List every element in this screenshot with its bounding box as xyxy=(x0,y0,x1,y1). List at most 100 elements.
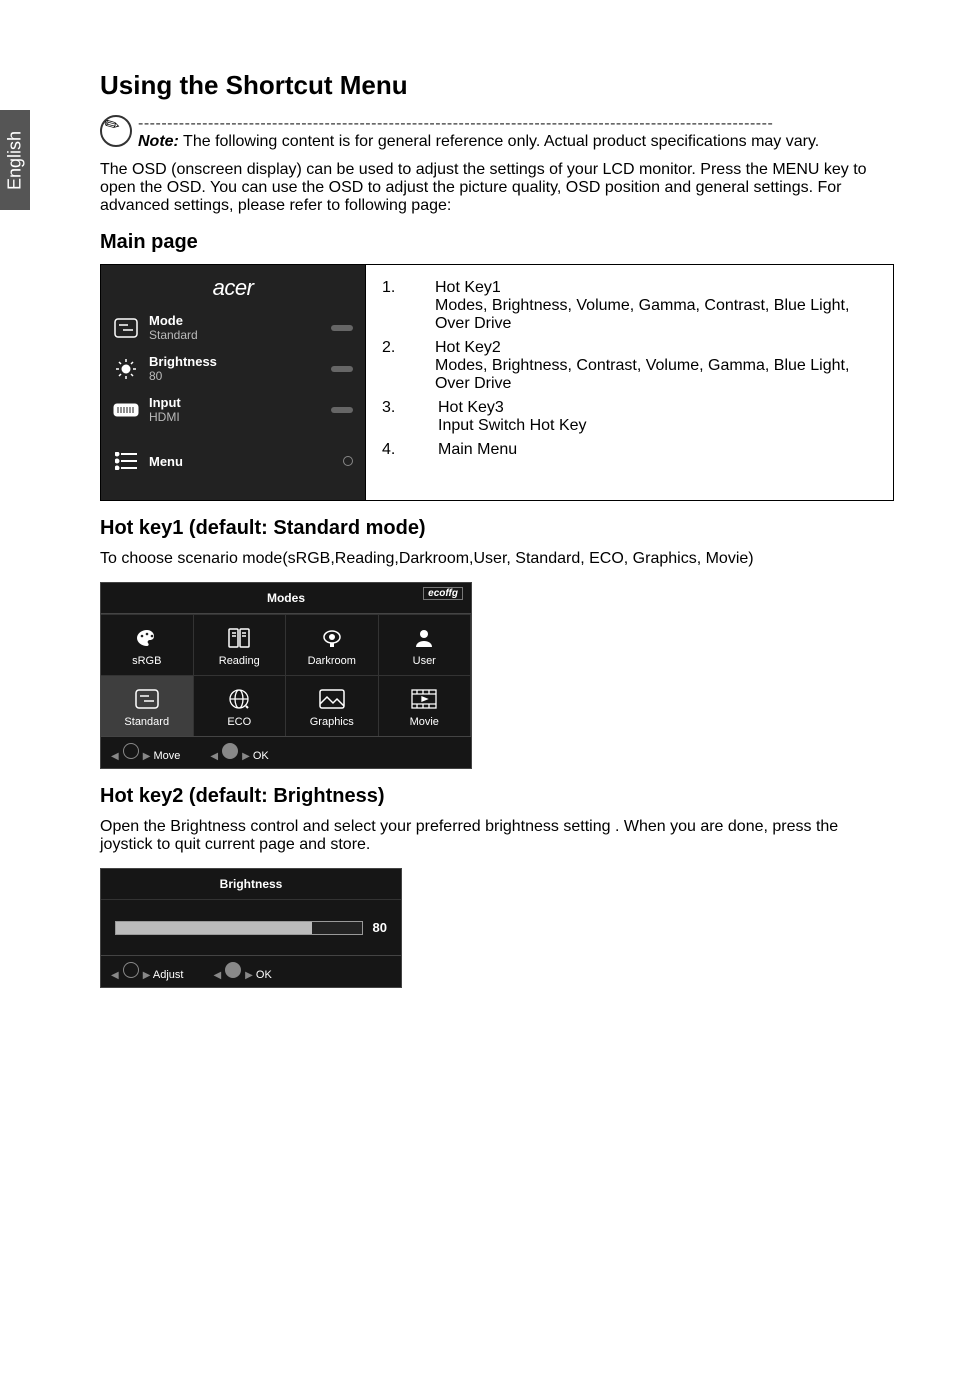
osd-item-label: Input xyxy=(149,395,321,410)
osd-item-label: Mode xyxy=(149,313,321,328)
desc-row: 3. Hot Key3 Input Switch Hot Key xyxy=(382,399,877,435)
osd-item-value: 80 xyxy=(149,369,321,383)
intro-paragraph: The OSD (onscreen display) can be used t… xyxy=(100,161,894,215)
joystick-icon xyxy=(123,962,139,978)
brightness-fill xyxy=(116,922,312,934)
note-body: The following content is for general ref… xyxy=(183,133,819,150)
arrow-left-icon: ◀ xyxy=(111,751,119,762)
osd-item-label: Brightness xyxy=(149,354,321,369)
page-title: Using the Shortcut Menu xyxy=(100,70,894,101)
mode-cell-darkroom: Darkroom xyxy=(286,614,379,675)
nav-adjust-label: Adjust xyxy=(153,969,184,981)
desc-row: 4. Main Menu xyxy=(382,441,877,459)
mode-cell-movie: Movie xyxy=(379,675,472,736)
standard-icon xyxy=(105,686,189,712)
modes-header: Modes ecoffg xyxy=(101,583,471,614)
hotkey2-heading: Hot key2 (default: Brightness) xyxy=(100,785,894,808)
note-block: ----------------------------------------… xyxy=(100,115,894,151)
energy-badge-icon: ecoffg xyxy=(423,587,463,600)
nav-move: ◀ ▶ Move xyxy=(111,743,180,762)
brightness-title: Brightness xyxy=(101,869,401,900)
mode-label: Reading xyxy=(198,655,282,667)
mode-label: ECO xyxy=(198,716,282,728)
arrow-right-icon: ▶ xyxy=(242,751,250,762)
desc-number: 2. xyxy=(382,339,407,393)
desc-text: Main Menu xyxy=(438,441,517,459)
nav-ok: ◀ ▶ OK xyxy=(213,962,271,981)
osd-item-input: Input HDMI xyxy=(113,395,353,424)
osd-dot-icon xyxy=(343,456,353,466)
palette-icon xyxy=(105,625,189,651)
pencil-circle-icon xyxy=(100,115,132,147)
nav-move-label: Move xyxy=(153,750,180,762)
brightness-value: 80 xyxy=(373,920,387,935)
joystick-icon xyxy=(225,962,241,978)
mode-cell-user: User xyxy=(379,614,472,675)
nav-ok-label: OK xyxy=(256,969,272,981)
hotkey1-heading: Hot key1 (default: Standard mode) xyxy=(100,517,894,540)
desc-text: Hot Key1 Modes, Brightness, Volume, Gamm… xyxy=(435,279,877,333)
desc-row: 2. Hot Key2 Modes, Brightness, Contrast,… xyxy=(382,339,877,393)
arrow-right-icon: ▶ xyxy=(245,970,253,981)
mode-icon xyxy=(113,318,139,338)
osd-item-mode: Mode Standard xyxy=(113,313,353,342)
book-icon xyxy=(198,625,282,651)
main-page-heading: Main page xyxy=(100,231,894,254)
osd-item-value: HDMI xyxy=(149,410,321,424)
film-icon xyxy=(383,686,467,712)
osd-item-menu: Menu xyxy=(113,452,353,470)
nav-ok: ◀▶ OK xyxy=(210,743,268,762)
mode-label: Graphics xyxy=(290,716,374,728)
language-tab: English xyxy=(0,110,30,210)
mode-label: User xyxy=(383,655,467,667)
brightness-panel: Brightness 80 ◀ ▶ Adjust ◀ ▶ OK xyxy=(100,868,402,988)
arrow-left-icon: ◀ xyxy=(210,751,218,762)
brightness-icon xyxy=(113,357,139,381)
osd-descriptions: 1. Hot Key1 Modes, Brightness, Volume, G… xyxy=(365,265,893,500)
desc-text: Hot Key3 Input Switch Hot Key xyxy=(438,399,587,435)
desc-number: 4. xyxy=(382,441,410,459)
note-separator: ----------------------------------------… xyxy=(138,115,773,132)
mode-label: Standard xyxy=(105,716,189,728)
modes-title: Modes xyxy=(267,591,305,605)
mode-label: Darkroom xyxy=(290,655,374,667)
osd-item-label: Menu xyxy=(149,454,333,469)
user-icon xyxy=(383,625,467,651)
osd-item-brightness: Brightness 80 xyxy=(113,354,353,383)
main-page-figure: acer Mode Standard Br xyxy=(100,264,894,501)
desc-row: 1. Hot Key1 Modes, Brightness, Volume, G… xyxy=(382,279,877,333)
desc-text: Hot Key2 Modes, Brightness, Contrast, Vo… xyxy=(435,339,877,393)
hotkey1-text: To choose scenario mode(sRGB,Reading,Dar… xyxy=(100,550,894,568)
input-icon xyxy=(113,403,139,417)
globe-icon xyxy=(198,686,282,712)
osd-item-value: Standard xyxy=(149,328,321,342)
menu-icon xyxy=(113,452,139,470)
mode-label: sRGB xyxy=(105,655,189,667)
brightness-bar xyxy=(115,921,363,935)
nav-adjust: ◀ ▶ Adjust xyxy=(111,962,183,981)
osd-knob-icon xyxy=(331,325,353,331)
mode-label: Movie xyxy=(383,716,467,728)
joystick-icon xyxy=(123,743,139,759)
osd-knob-icon xyxy=(331,407,353,413)
brightness-nav: ◀ ▶ Adjust ◀ ▶ OK xyxy=(101,955,401,987)
mode-cell-graphics: Graphics xyxy=(286,675,379,736)
desc-number: 1. xyxy=(382,279,407,333)
mode-cell-srgb: sRGB xyxy=(101,614,194,675)
mode-cell-eco: ECO xyxy=(194,675,287,736)
arrow-left-icon: ◀ xyxy=(111,970,119,981)
hotkey2-text: Open the Brightness control and select y… xyxy=(100,818,894,854)
osd-knob-icon xyxy=(331,366,353,372)
mode-cell-reading: Reading xyxy=(194,614,287,675)
brand-logo: acer xyxy=(113,275,353,301)
modes-nav: ◀▶ Move ◀▶ OK xyxy=(101,736,471,768)
picture-icon xyxy=(290,686,374,712)
modes-panel: Modes ecoffg sRGB Reading Darkroom User Stan… xyxy=(100,582,472,769)
desc-number: 3. xyxy=(382,399,410,435)
note-label: Note: xyxy=(138,133,179,150)
mode-cell-standard: Standard xyxy=(101,675,194,736)
lamp-icon xyxy=(290,625,374,651)
arrow-left-icon: ◀ xyxy=(213,970,221,981)
arrow-right-icon: ▶ xyxy=(143,970,151,981)
arrow-right-icon: ▶ xyxy=(143,751,151,762)
